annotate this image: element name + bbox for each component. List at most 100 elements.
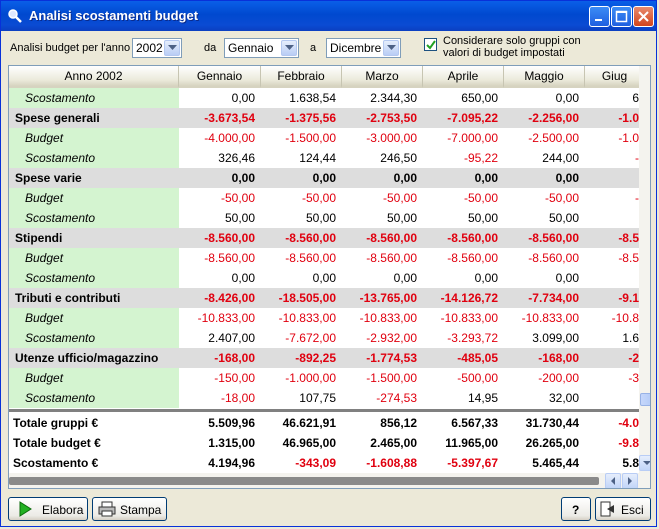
row-label: Scostamento € bbox=[13, 456, 99, 470]
esci-button[interactable]: Esci bbox=[595, 497, 651, 521]
column-header-month[interactable]: Marzo bbox=[342, 66, 423, 88]
group-row[interactable]: Spese varie 0,00 0,00 0,00 0,00 0,00 bbox=[9, 168, 650, 188]
scroll-left-button[interactable] bbox=[605, 473, 621, 488]
value-cell: -8.560,00 bbox=[204, 231, 255, 245]
to-month-select[interactable]: Dicembre bbox=[326, 38, 401, 58]
dropdown-arrow-icon[interactable] bbox=[164, 40, 180, 56]
total-row[interactable]: Totale gruppi € 5.509,96 46.621,91 856,12 6.… bbox=[9, 413, 650, 433]
from-month-select[interactable]: Gennaio bbox=[224, 38, 299, 58]
value-cell: -2.753,50 bbox=[366, 111, 417, 125]
value-cell: -8.560,00 bbox=[366, 231, 417, 245]
value-cell: -3.673,54 bbox=[204, 111, 255, 125]
value-cell: 1.315,00 bbox=[208, 436, 255, 450]
row-label: Scostamento bbox=[9, 208, 179, 228]
year-select[interactable]: 2002 bbox=[132, 38, 182, 58]
value-cell: 0,00 bbox=[312, 171, 336, 185]
value-cell: 6 bbox=[632, 91, 639, 105]
variance-row[interactable]: Scostamento 0,00 1.638,54 2.344,30 650,00 0,0… bbox=[9, 88, 650, 108]
title-bar[interactable]: Analisi scostamenti budget bbox=[1, 1, 656, 31]
maximize-button[interactable] bbox=[611, 6, 632, 27]
stampa-button[interactable]: Stampa bbox=[92, 497, 167, 521]
row-label: Budget bbox=[9, 308, 179, 328]
value-cell: -1.0 bbox=[618, 111, 639, 125]
value-cell: 124,44 bbox=[299, 151, 336, 165]
dropdown-arrow-icon[interactable] bbox=[383, 40, 399, 56]
variance-row[interactable]: Scostamento 326,46 124,44 246,50 -95,22 244,0… bbox=[9, 148, 650, 168]
value-cell: -8.560,00 bbox=[285, 251, 336, 265]
play-icon bbox=[19, 501, 32, 517]
column-header-month[interactable]: Giug bbox=[585, 66, 645, 88]
value-cell: 50,00 bbox=[386, 211, 417, 225]
value-cell: -3.293,72 bbox=[447, 331, 498, 345]
close-icon bbox=[638, 11, 649, 22]
column-header-month[interactable]: Maggio bbox=[504, 66, 585, 88]
group-row[interactable]: Utenze ufficio/magazzino -168,00 -892,25 -1… bbox=[9, 348, 650, 368]
from-month-value: Gennaio bbox=[228, 41, 274, 55]
row-label: Budget bbox=[9, 368, 179, 388]
bottom-toolbar: Elabora Stampa ? Esci bbox=[5, 494, 655, 524]
value-cell: 0,00 bbox=[474, 171, 498, 185]
close-button[interactable] bbox=[633, 6, 654, 27]
budget-grid[interactable]: Anno 2002 Gennaio Febbraio Marzo Aprile Maggi… bbox=[8, 65, 651, 489]
value-cell: 2.344,30 bbox=[370, 91, 417, 105]
checkbox-label-line1: Considerare solo gruppi con bbox=[443, 35, 581, 47]
value-cell: 4.194,96 bbox=[208, 456, 255, 470]
variance-row[interactable]: Scostamento 2.407,00 -7.672,00 -2.932,00 -3.… bbox=[9, 328, 650, 348]
main-window: Analisi scostamenti budget Analisi budge… bbox=[0, 0, 657, 527]
total-row[interactable]: Totale budget € 1.315,00 46.965,00 2.465,00… bbox=[9, 433, 650, 453]
value-cell: -13.765,00 bbox=[359, 291, 417, 305]
value-cell: -8.560,00 bbox=[447, 231, 498, 245]
value-cell: -168,00 bbox=[538, 351, 579, 365]
column-header-year[interactable]: Anno 2002 bbox=[9, 66, 179, 88]
value-cell: -8.426,00 bbox=[204, 291, 255, 305]
column-header-month[interactable]: Febbraio bbox=[261, 66, 342, 88]
vertical-scroll-thumb[interactable] bbox=[640, 393, 650, 406]
column-header-month[interactable]: Gennaio bbox=[179, 66, 261, 88]
checkmark-icon bbox=[426, 40, 436, 50]
column-header-month[interactable]: Aprile bbox=[423, 66, 504, 88]
horizontal-scroll-thumb[interactable] bbox=[9, 477, 599, 485]
value-cell: 50,00 bbox=[305, 211, 336, 225]
value-cell: - bbox=[635, 151, 639, 165]
group-row[interactable]: Stipendi -8.560,00 -8.560,00 -8.560,00 -8.56… bbox=[9, 228, 650, 248]
variance-row[interactable]: Scostamento 50,00 50,00 50,00 50,00 50,00 bbox=[9, 208, 650, 228]
value-cell: -2.500,00 bbox=[528, 131, 579, 145]
total-row[interactable]: Scostamento € 4.194,96 -343,09 -1.608,88 -5.… bbox=[9, 453, 650, 473]
row-label: Spese varie bbox=[15, 171, 82, 185]
group-row[interactable]: Tributi e contributi -8.426,00 -18.505,00 -… bbox=[9, 288, 650, 308]
vertical-scrollbar[interactable] bbox=[639, 66, 650, 488]
group-row[interactable]: Spese generali -3.673,54 -1.375,56 -2.753,5… bbox=[9, 108, 650, 128]
budget-row[interactable]: Budget -8.560,00 -8.560,00 -8.560,00 -8.560,… bbox=[9, 248, 650, 268]
value-cell: -9.8 bbox=[618, 436, 639, 450]
value-cell: 11.965,00 bbox=[445, 436, 498, 450]
value-cell: 1.638,54 bbox=[289, 91, 336, 105]
variance-row[interactable]: Scostamento -18,00 107,75 -274,53 14,95 32,00 bbox=[9, 388, 650, 408]
value-cell: 244,00 bbox=[542, 151, 579, 165]
only-budget-groups-checkbox[interactable] bbox=[424, 38, 437, 51]
row-label: Totale budget € bbox=[13, 436, 101, 450]
budget-row[interactable]: Budget -10.833,00 -10.833,00 -10.833,00 -10.… bbox=[9, 308, 650, 328]
value-cell: -7.095,22 bbox=[447, 111, 498, 125]
scroll-right-button[interactable] bbox=[622, 473, 638, 488]
value-cell: 246,50 bbox=[380, 151, 417, 165]
minimize-button[interactable] bbox=[589, 6, 610, 27]
budget-row[interactable]: Budget -50,00 -50,00 -50,00 -50,00 -50,00 - bbox=[9, 188, 650, 208]
variance-row[interactable]: Scostamento 0,00 0,00 0,00 0,00 0,00 bbox=[9, 268, 650, 288]
budget-row[interactable]: Budget -4.000,00 -1.500,00 -3.000,00 -7.000,… bbox=[9, 128, 650, 148]
row-label: Budget bbox=[9, 248, 179, 268]
value-cell: 0,00 bbox=[555, 171, 579, 185]
scroll-down-button[interactable] bbox=[639, 455, 650, 471]
value-cell: -485,05 bbox=[457, 351, 498, 365]
value-cell: -274,53 bbox=[376, 391, 417, 405]
dropdown-arrow-icon[interactable] bbox=[281, 40, 297, 56]
help-button[interactable]: ? bbox=[561, 497, 591, 521]
horizontal-scrollbar[interactable] bbox=[9, 473, 639, 488]
value-cell: -1.0 bbox=[618, 131, 639, 145]
elabora-button[interactable]: Elabora bbox=[8, 497, 88, 521]
row-label: Budget bbox=[9, 128, 179, 148]
budget-row[interactable]: Budget -150,00 -1.000,00 -1.500,00 -500,00 -2… bbox=[9, 368, 650, 388]
totals-separator bbox=[9, 409, 649, 412]
help-icon: ? bbox=[572, 503, 580, 517]
value-cell: -343,09 bbox=[295, 456, 336, 470]
magnifier-icon bbox=[7, 8, 23, 24]
